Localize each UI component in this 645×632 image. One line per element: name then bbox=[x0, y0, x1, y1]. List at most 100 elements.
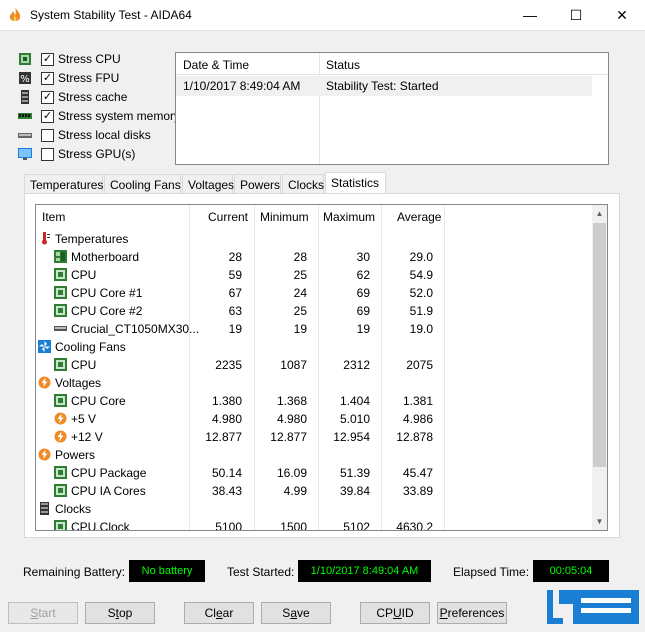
value-maximum: 62 bbox=[356, 268, 370, 282]
table-row[interactable]: CPU 2235 1087 2312 2075 bbox=[36, 356, 592, 374]
table-group-row[interactable]: Powers bbox=[36, 446, 592, 464]
value-current: 50.14 bbox=[211, 466, 242, 480]
stress-checkbox[interactable] bbox=[41, 148, 54, 161]
value-current: 28 bbox=[228, 250, 242, 264]
value-minimum: 16.09 bbox=[276, 466, 307, 480]
minimize-button[interactable]: — bbox=[507, 0, 553, 31]
stress-option[interactable]: % ✓ Stress FPU bbox=[18, 69, 178, 88]
event-log[interactable]: Date & Time Status 1/10/2017 8:49:04 AM … bbox=[175, 52, 609, 165]
header-average[interactable]: Average bbox=[397, 210, 441, 224]
value-average: 52.0 bbox=[409, 286, 433, 300]
memory-icon bbox=[18, 113, 32, 119]
start-button[interactable]: Start bbox=[8, 602, 78, 624]
stress-option[interactable]: ✓ Stress CPU bbox=[18, 50, 178, 69]
value-maximum: 2312 bbox=[343, 358, 370, 372]
stress-option[interactable]: ✓ Stress system memory bbox=[18, 107, 181, 126]
table-row[interactable]: CPU Core #1 67 24 69 52.0 bbox=[36, 284, 592, 302]
value-average: 19.0 bbox=[409, 322, 433, 336]
stress-option[interactable]: Stress local disks bbox=[18, 126, 178, 145]
value-average: 29.0 bbox=[409, 250, 433, 264]
row-label: Temperatures bbox=[55, 232, 129, 246]
value-current: 4.980 bbox=[211, 412, 242, 426]
maximize-button[interactable]: ☐ bbox=[553, 0, 599, 31]
tab-powers[interactable]: Powers bbox=[234, 174, 281, 194]
table-row[interactable]: +12 V 12.877 12.877 12.954 12.878 bbox=[36, 428, 592, 446]
value-average: 2075 bbox=[406, 358, 433, 372]
stress-checkbox[interactable]: ✓ bbox=[41, 91, 54, 104]
value-current: 1.380 bbox=[211, 394, 242, 408]
table-row[interactable]: CPU Clock 5100 1500 5102 4630.2 bbox=[36, 518, 592, 531]
cpu-icon bbox=[19, 53, 31, 65]
vertical-scrollbar[interactable]: ▲ ▼ bbox=[592, 205, 607, 530]
table-row[interactable]: CPU Core #2 63 25 69 51.9 bbox=[36, 302, 592, 320]
stress-checkbox[interactable]: ✓ bbox=[41, 72, 54, 85]
table-group-row[interactable]: Temperatures bbox=[36, 230, 592, 248]
statistics-table[interactable]: Item Current Minimum Maximum Average Tem… bbox=[35, 204, 608, 531]
voltage-icon bbox=[54, 412, 67, 425]
table-group-row[interactable]: Cooling Fans bbox=[36, 338, 592, 356]
row-label: Powers bbox=[55, 448, 96, 462]
thermometer-icon bbox=[42, 232, 50, 245]
stress-label: Stress cache bbox=[58, 90, 128, 104]
battery-value: No battery bbox=[129, 560, 205, 582]
header-maximum[interactable]: Maximum bbox=[323, 210, 375, 224]
elapsed-time-label: Elapsed Time: bbox=[453, 565, 530, 579]
table-row[interactable]: +5 V 4.980 4.980 5.010 4.986 bbox=[36, 410, 592, 428]
scroll-down-arrow[interactable]: ▼ bbox=[592, 513, 607, 530]
cpu-chip-icon bbox=[54, 466, 67, 479]
scroll-up-arrow[interactable]: ▲ bbox=[592, 205, 607, 222]
cpu-chip-icon bbox=[54, 394, 67, 407]
row-label: +12 V bbox=[71, 430, 103, 444]
stress-checkbox[interactable] bbox=[41, 129, 54, 142]
table-row[interactable]: Crucial_CT1050MX30... 19 19 19 19.0 bbox=[36, 320, 592, 338]
header-item[interactable]: Item bbox=[42, 210, 65, 224]
drive-icon bbox=[54, 326, 67, 331]
log-header-datetime[interactable]: Date & Time bbox=[183, 58, 249, 72]
tab-cooling-fans[interactable]: Cooling Fans bbox=[104, 174, 181, 194]
flame-icon bbox=[9, 7, 21, 21]
value-minimum: 1087 bbox=[280, 358, 307, 372]
log-header-status[interactable]: Status bbox=[326, 58, 360, 72]
log-row[interactable]: 1/10/2017 8:49:04 AM Stability Test: Sta… bbox=[176, 76, 592, 96]
value-maximum: 30 bbox=[356, 250, 370, 264]
log-header: Date & Time Status bbox=[176, 53, 608, 75]
table-row[interactable]: CPU 59 25 62 54.9 bbox=[36, 266, 592, 284]
tab-temperatures[interactable]: Temperatures bbox=[24, 174, 103, 194]
logo-watermark bbox=[547, 590, 639, 624]
table-row[interactable]: CPU IA Cores 38.43 4.99 39.84 33.89 bbox=[36, 482, 592, 500]
stress-option[interactable]: Stress GPU(s) bbox=[18, 145, 178, 164]
row-label: Motherboard bbox=[71, 250, 140, 264]
table-group-row[interactable]: Clocks bbox=[36, 500, 592, 518]
cpuid-button[interactable]: CPUID bbox=[360, 602, 430, 624]
stop-button[interactable]: Stop bbox=[85, 602, 155, 624]
table-row[interactable]: Motherboard 28 28 30 29.0 bbox=[36, 248, 592, 266]
header-current[interactable]: Current bbox=[208, 210, 248, 224]
row-label: +5 V bbox=[71, 412, 97, 426]
clear-button[interactable]: Clear bbox=[184, 602, 254, 624]
stress-option[interactable]: ✓ Stress cache bbox=[18, 88, 178, 107]
value-average: 45.47 bbox=[402, 466, 433, 480]
test-started-label: Test Started: bbox=[227, 565, 295, 579]
tab-voltages[interactable]: Voltages bbox=[182, 174, 234, 194]
svg-text:%: % bbox=[20, 74, 30, 85]
stress-checkbox[interactable]: ✓ bbox=[41, 110, 54, 123]
cpu-chip-icon bbox=[54, 520, 67, 530]
table-row[interactable]: CPU Package 50.14 16.09 51.39 45.47 bbox=[36, 464, 592, 482]
value-current: 2235 bbox=[215, 358, 242, 372]
row-label: CPU Package bbox=[71, 466, 147, 480]
stress-label: Stress system memory bbox=[58, 109, 181, 123]
value-minimum: 24 bbox=[293, 286, 307, 300]
row-label: CPU Clock bbox=[71, 520, 130, 531]
scroll-thumb[interactable] bbox=[593, 223, 606, 467]
voltage-icon bbox=[54, 430, 67, 443]
close-button[interactable]: ✕ bbox=[599, 0, 645, 31]
table-row[interactable]: CPU Core 1.380 1.368 1.404 1.381 bbox=[36, 392, 592, 410]
table-group-row[interactable]: Voltages bbox=[36, 374, 592, 392]
header-minimum[interactable]: Minimum bbox=[260, 210, 309, 224]
cpu-chip-icon bbox=[54, 286, 67, 299]
stress-checkbox[interactable]: ✓ bbox=[41, 53, 54, 66]
save-button[interactable]: Save bbox=[261, 602, 331, 624]
tab-clocks[interactable]: Clocks bbox=[282, 174, 324, 194]
preferences-button[interactable]: Preferences bbox=[437, 602, 507, 624]
tab-statistics[interactable]: Statistics bbox=[325, 172, 386, 195]
